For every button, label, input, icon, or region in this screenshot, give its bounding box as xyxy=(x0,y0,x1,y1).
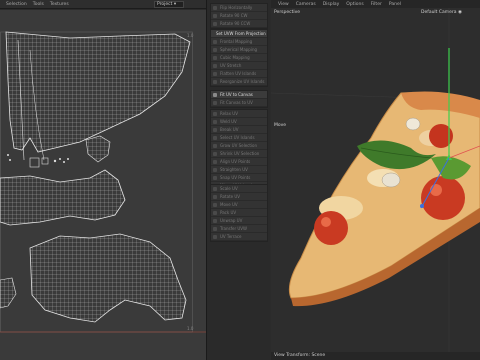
uv-corner-bottom: 1.0 xyxy=(187,326,194,331)
uv-island-crust xyxy=(0,169,126,226)
tool-icon xyxy=(213,226,217,231)
tool-icon xyxy=(213,13,217,18)
tool-item[interactable]: Pack UV xyxy=(211,209,267,217)
tool-group-2: Set UVW From Projection⚙ Frontal Mapping… xyxy=(210,29,268,87)
tool-icon xyxy=(213,119,217,124)
uv-tools-panel: Flip Horizontally Rotate 90 CW Rotate 90… xyxy=(206,0,270,360)
tool-icon xyxy=(213,186,217,191)
uv-corner-top: 1.0 xyxy=(187,33,194,38)
tool-item[interactable]: UV Stretch xyxy=(211,62,267,70)
menu-selection[interactable]: Selection xyxy=(6,2,27,7)
tool-item[interactable]: Spherical Mapping xyxy=(211,46,267,54)
tool-icon xyxy=(213,151,217,156)
menu-textures[interactable]: Textures xyxy=(50,2,69,7)
tool-item[interactable]: UV Terrace xyxy=(211,233,267,241)
tool-item[interactable]: Break UV xyxy=(211,126,267,134)
tool-item[interactable]: Fit Canvas to UV xyxy=(211,99,267,107)
tool-item[interactable]: Transfer UVW xyxy=(211,225,267,233)
tool-item[interactable]: Reorganize UV Islands xyxy=(211,78,267,86)
viewport-menu-view[interactable]: View xyxy=(278,2,289,7)
viewport-menubar: View Cameras Display Options Filter Pane… xyxy=(271,0,480,8)
tool-icon xyxy=(213,21,217,26)
uv-island-lower xyxy=(29,233,187,323)
tool-item[interactable]: Rotate UV xyxy=(211,193,267,201)
tool-item[interactable]: Align UV Points xyxy=(211,158,267,166)
tool-item[interactable]: Relax UV xyxy=(211,110,267,118)
viewport-menu-options[interactable]: Options xyxy=(346,2,363,7)
tool-item[interactable]: Straighten UV xyxy=(211,166,267,174)
tool-icon xyxy=(213,100,217,105)
viewport-menu-filter[interactable]: Filter xyxy=(371,2,382,7)
project-dropdown[interactable]: Project ▾ xyxy=(154,1,184,8)
viewport-menu-display[interactable]: Display xyxy=(323,2,340,7)
tool-icon xyxy=(213,135,217,140)
tool-icon xyxy=(213,159,217,164)
tool-item[interactable]: Snap UV Points xyxy=(211,174,267,182)
tomato xyxy=(421,176,465,220)
viewport-menu-cameras[interactable]: Cameras xyxy=(296,2,316,7)
tool-icon xyxy=(213,127,217,132)
tool-icon xyxy=(213,143,217,148)
tool-item[interactable]: Rotate 90 CW xyxy=(211,12,267,20)
tool-icon xyxy=(213,194,217,199)
tool-group-5: Scale UV Rotate UV Move UV Pack UV Unwra… xyxy=(210,184,268,242)
pizza-render xyxy=(271,8,480,352)
tool-icon xyxy=(213,210,217,215)
fit-icon xyxy=(213,92,217,97)
tool-icon xyxy=(213,218,217,223)
3d-viewport[interactable]: View Cameras Display Options Filter Pane… xyxy=(271,0,480,360)
tool-group-1: Flip Horizontally Rotate 90 CW Rotate 90… xyxy=(210,3,268,29)
tomato xyxy=(314,211,348,245)
tool-item[interactable]: Cubic Mapping xyxy=(211,54,267,62)
uv-island-piece xyxy=(85,135,111,163)
tool-icon xyxy=(213,55,217,60)
tool-icon xyxy=(213,63,217,68)
tool-icon xyxy=(213,234,217,239)
uv-wireframe: 1.0 1.0 xyxy=(0,31,206,333)
tool-item[interactable]: Move UV xyxy=(211,201,267,209)
tool-icon xyxy=(213,175,217,180)
tool-group-4: Relax UV Weld UV Break UV Select UV Isla… xyxy=(210,109,268,191)
uv-canvas[interactable]: 1.0 1.0 xyxy=(0,10,206,360)
tool-item[interactable]: Flatten UV Islands xyxy=(211,70,267,78)
tool-item[interactable]: Frontal Mapping xyxy=(211,38,267,46)
tool-icon xyxy=(213,202,217,207)
tool-icon xyxy=(213,5,217,10)
tool-item-fit-uv-to-canvas[interactable]: Fit UV to Canvas xyxy=(211,91,267,99)
menu-tools[interactable]: Tools xyxy=(33,2,44,7)
viewport-menu-panel[interactable]: Panel xyxy=(389,2,401,7)
tool-icon xyxy=(213,71,217,76)
tool-item[interactable]: Flip Horizontally xyxy=(211,4,267,12)
tool-item[interactable]: Rotate 90 CCW xyxy=(211,20,267,28)
tool-item[interactable]: Grow UV Selection xyxy=(211,142,267,150)
tool-group-3: Fit UV to Canvas Fit Canvas to UV xyxy=(210,90,268,108)
tool-icon xyxy=(213,79,217,84)
tool-icon xyxy=(213,47,217,52)
view-transform-label: View Transform: Scene xyxy=(274,353,326,358)
tool-icon xyxy=(213,39,217,44)
tool-item-set-uvw-from-projection[interactable]: Set UVW From Projection⚙ xyxy=(211,30,267,38)
tool-item[interactable]: Unwrap UV xyxy=(211,217,267,225)
tool-item[interactable]: Select UV Islands xyxy=(211,134,267,142)
tool-icon xyxy=(213,167,217,172)
tool-icon xyxy=(213,111,217,116)
tool-item[interactable]: Shrink UV Selection xyxy=(211,150,267,158)
tool-item[interactable]: Scale UV xyxy=(211,185,267,193)
tool-item[interactable]: Weld UV xyxy=(211,118,267,126)
viewport-statusbar: View Transform: Scene xyxy=(271,352,480,360)
project-dropdown-value: Project xyxy=(157,2,173,7)
